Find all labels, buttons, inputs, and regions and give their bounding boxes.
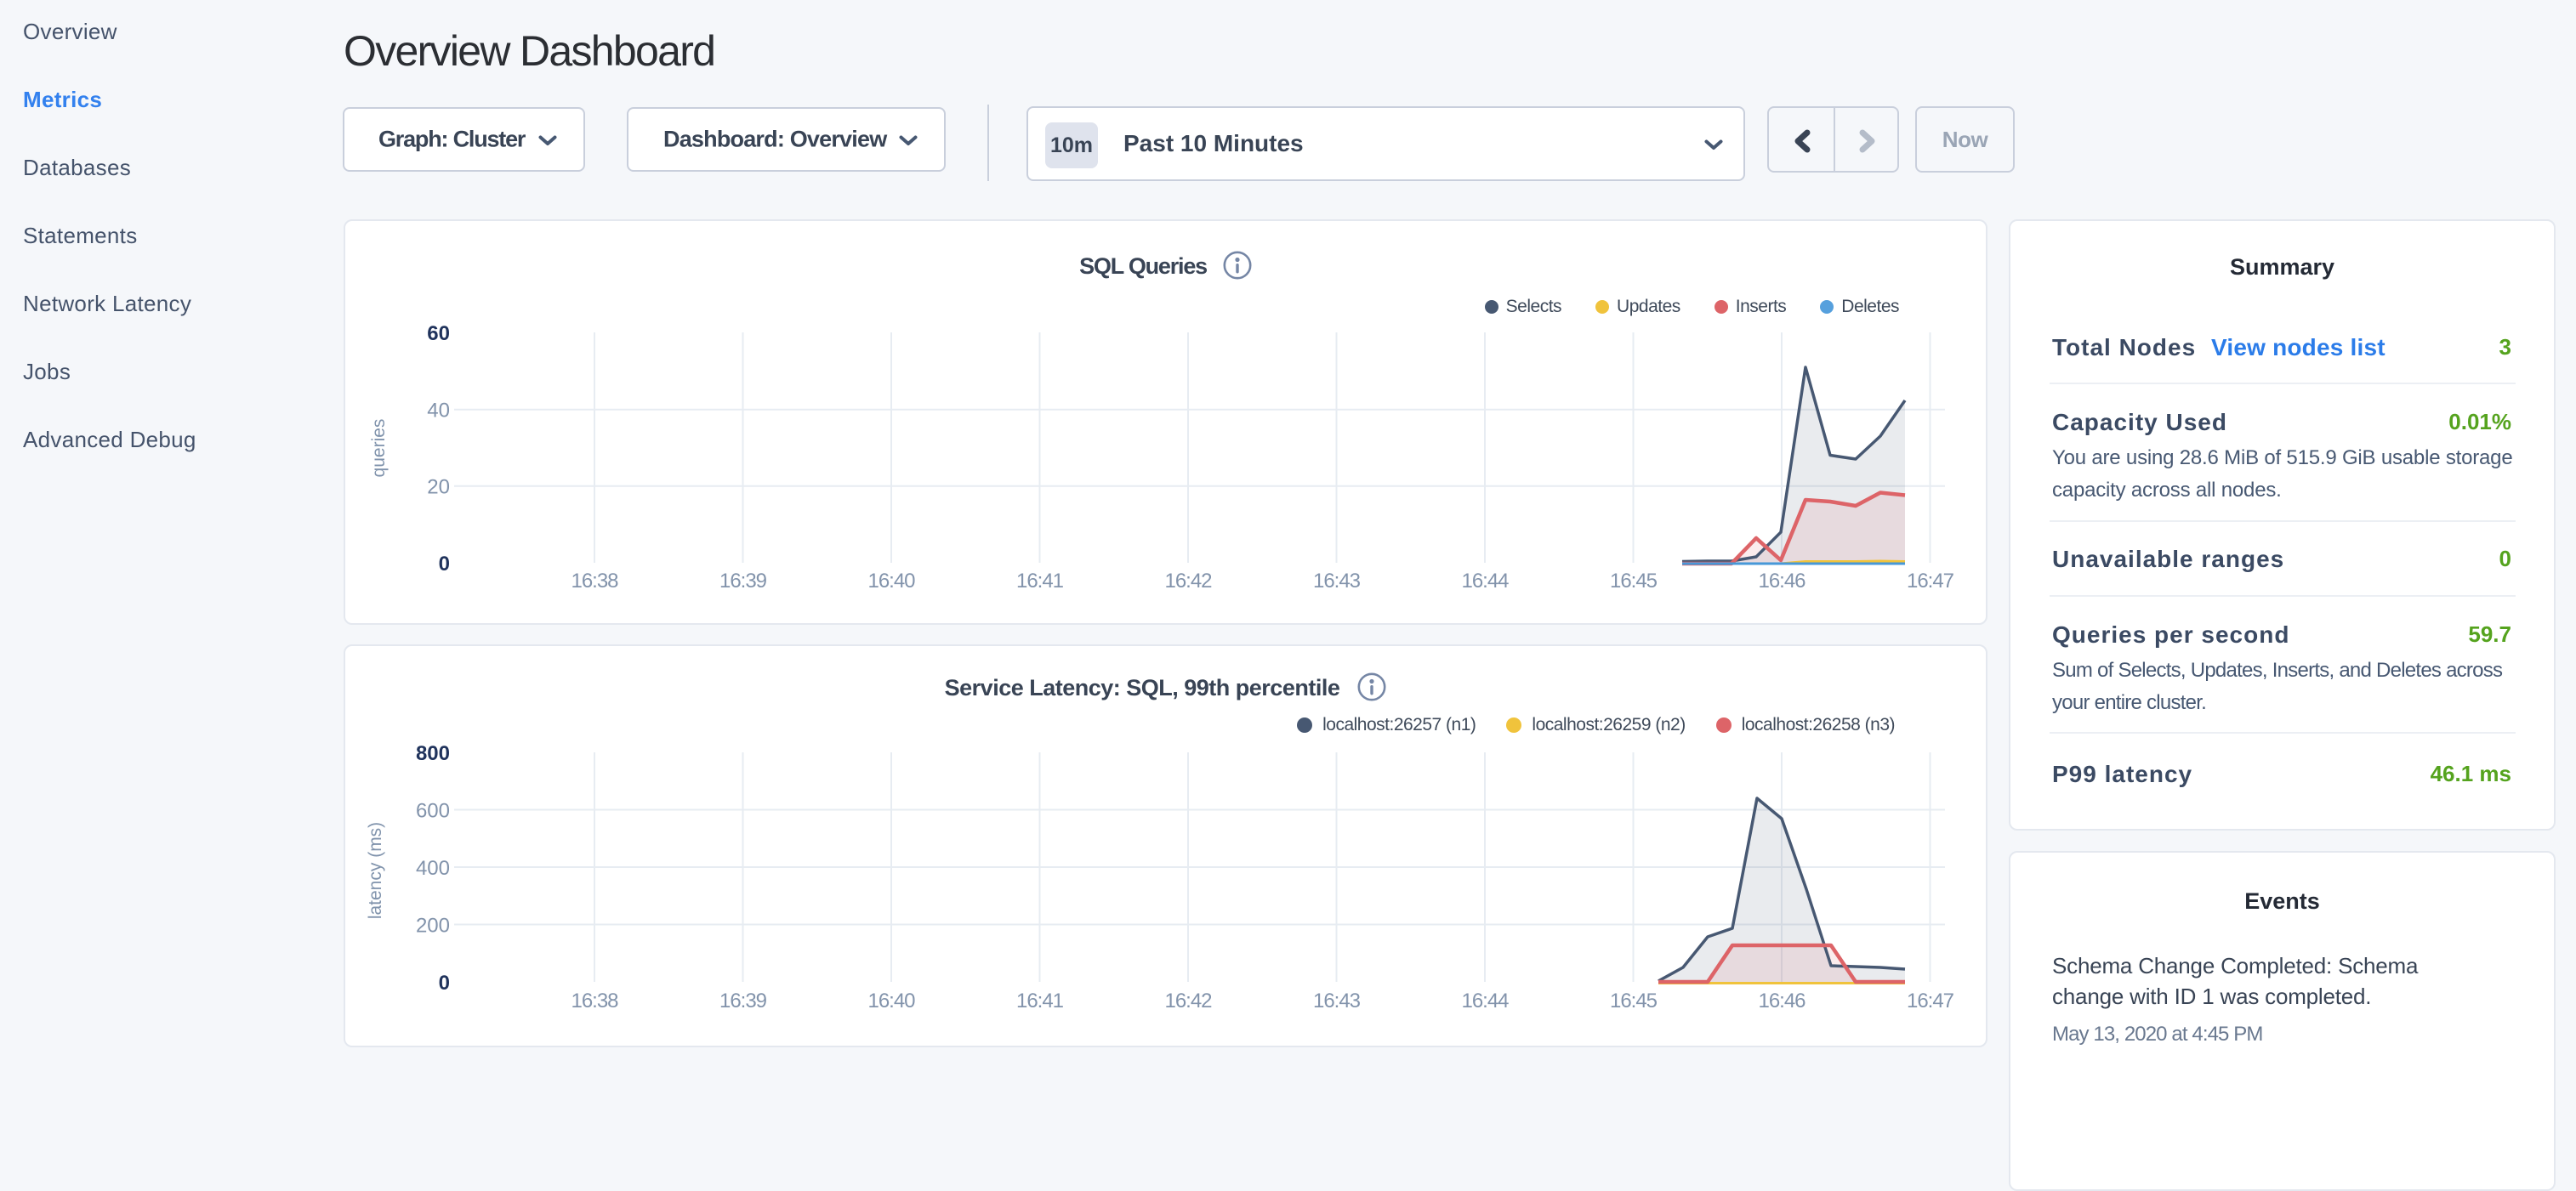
svg-text:16:43: 16:43 — [1313, 570, 1361, 593]
svg-text:20: 20 — [427, 476, 450, 499]
svg-text:40: 40 — [427, 400, 450, 423]
svg-text:16:44: 16:44 — [1461, 570, 1509, 593]
svg-text:16:41: 16:41 — [1016, 990, 1064, 1012]
svg-text:queries: queries — [369, 419, 389, 478]
svg-text:16:45: 16:45 — [1610, 570, 1658, 593]
svg-text:800: 800 — [416, 742, 450, 765]
svg-text:16:40: 16:40 — [867, 990, 915, 1012]
svg-text:latency (ms): latency (ms) — [366, 822, 385, 919]
svg-text:16:43: 16:43 — [1313, 990, 1361, 1012]
svg-text:200: 200 — [416, 915, 450, 938]
svg-text:600: 600 — [416, 800, 450, 823]
svg-text:16:38: 16:38 — [571, 990, 618, 1012]
svg-text:16:46: 16:46 — [1758, 570, 1805, 593]
svg-text:16:38: 16:38 — [571, 570, 618, 593]
svg-text:0: 0 — [439, 972, 450, 995]
svg-text:16:41: 16:41 — [1016, 570, 1064, 593]
svg-text:16:47: 16:47 — [1907, 990, 1954, 1012]
svg-text:16:39: 16:39 — [719, 990, 767, 1012]
svg-text:400: 400 — [416, 857, 450, 880]
svg-text:16:47: 16:47 — [1907, 570, 1954, 593]
svg-text:16:40: 16:40 — [867, 570, 915, 593]
svg-text:0: 0 — [439, 553, 450, 576]
svg-text:16:39: 16:39 — [719, 570, 767, 593]
svg-text:16:46: 16:46 — [1758, 990, 1805, 1012]
svg-text:16:44: 16:44 — [1461, 990, 1509, 1012]
svg-text:16:42: 16:42 — [1164, 570, 1212, 593]
svg-text:60: 60 — [427, 322, 450, 345]
svg-text:16:45: 16:45 — [1610, 990, 1658, 1012]
svg-text:16:42: 16:42 — [1164, 990, 1212, 1012]
